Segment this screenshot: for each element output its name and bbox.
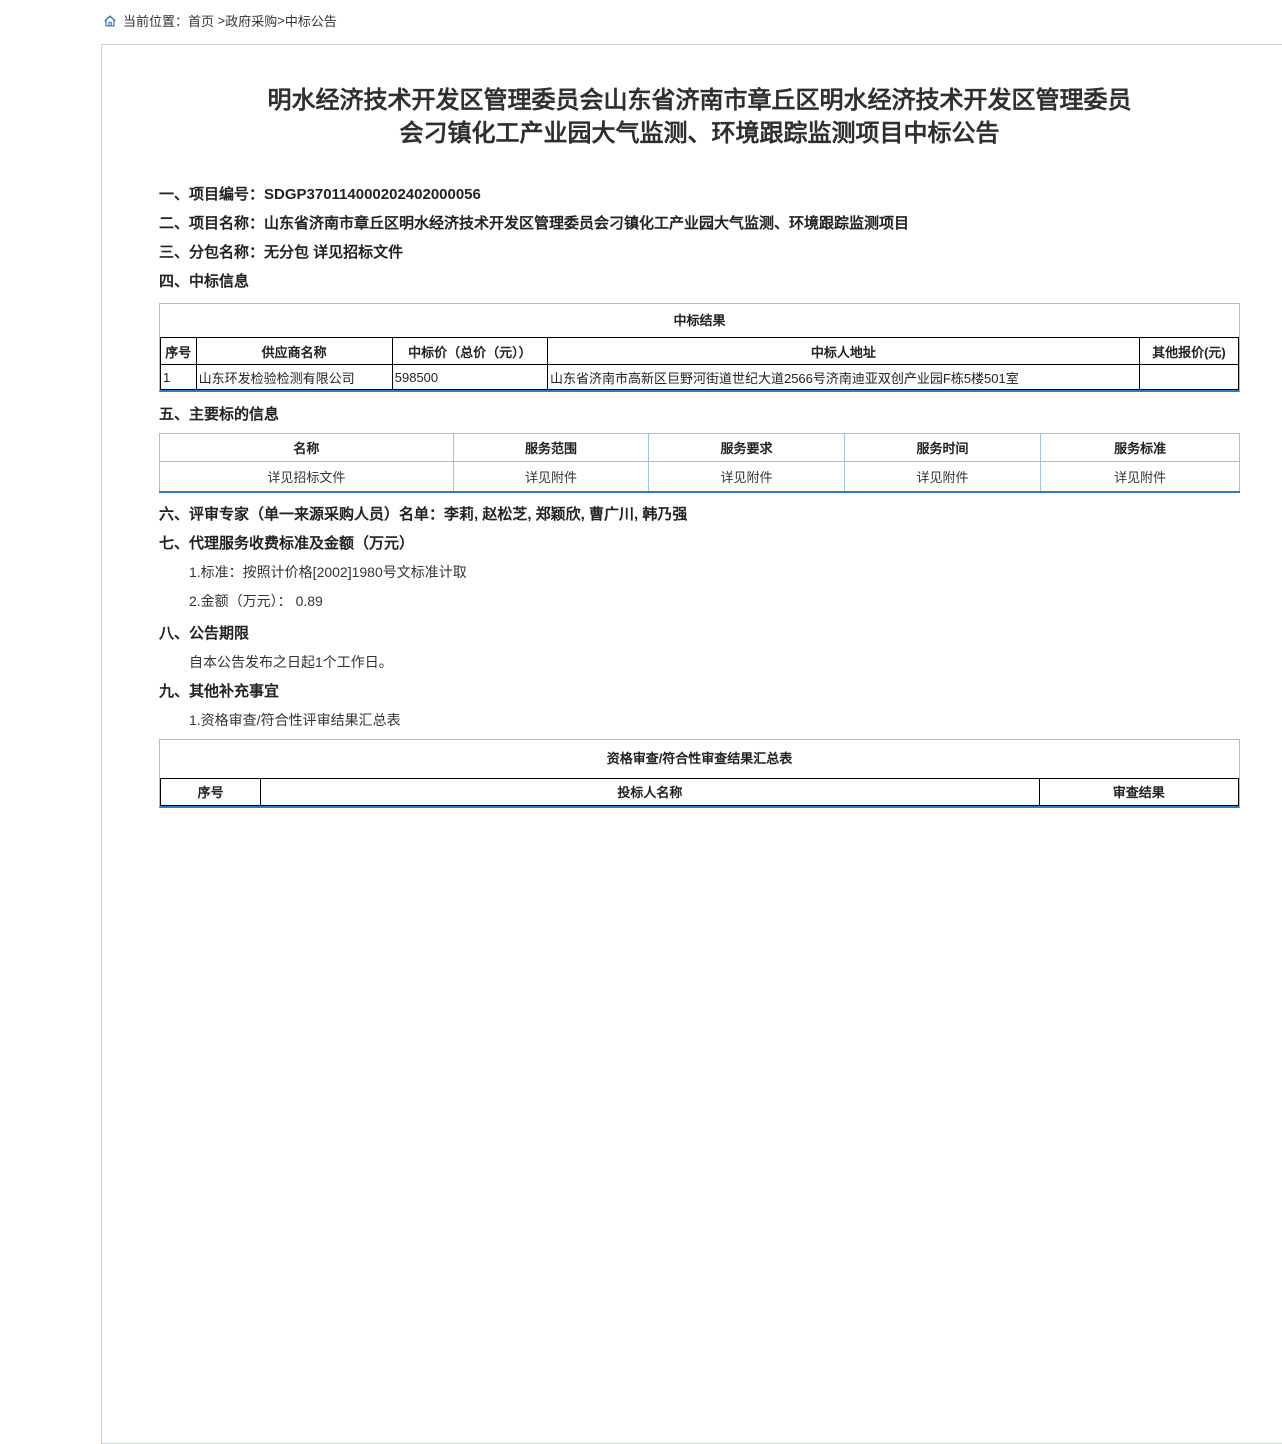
section-project-number: 一、项目编号：SDGP370114000202402000056 (159, 180, 1240, 209)
bid-result-table: 中标结果 序号 供应商名称 中标价（总价（元）） 中标人地址 其他报价(元) 1… (159, 303, 1240, 392)
section-experts: 六、评审专家（单一来源采购人员）名单：李莉, 赵松芝, 郑颖欣, 曹广川, 韩乃… (159, 500, 1240, 529)
col-header-time: 服务时间 (844, 434, 1041, 462)
col-header-seq: 序号 (161, 778, 261, 805)
bid-result-table-caption: 中标结果 (160, 304, 1239, 337)
col-header-other-quote: 其他报价(元) (1139, 338, 1238, 365)
breadcrumb-label: 当前位置： (123, 11, 188, 30)
breadcrumb: 当前位置： 首页 > 政府采购 > 中标公告 (103, 11, 337, 30)
cell-price: 598500 (392, 365, 547, 390)
section-agency-fee-heading: 七、代理服务收费标准及金额（万元） (159, 529, 1240, 558)
other-matters-item: 1.资格审查/符合性评审结果汇总表 (189, 706, 1240, 735)
col-header-name: 名称 (160, 434, 454, 462)
agency-fee-amount: 2.金额（万元）： 0.89 (189, 587, 1240, 616)
announcement-card: 明水经济技术开发区管理委员会山东省济南市章丘区明水经济技术开发区管理委员 会刁镇… (101, 44, 1282, 1444)
breadcrumb-separator: > (218, 13, 226, 28)
section-project-name: 二、项目名称：山东省济南市章丘区明水经济技术开发区管理委员会刁镇化工产业园大气监… (159, 209, 1240, 238)
section-announcement-period-heading: 八、公告期限 (159, 619, 1240, 648)
table-header-row: 序号 供应商名称 中标价（总价（元）） 中标人地址 其他报价(元) (161, 338, 1239, 365)
section-subpackage-name: 三、分包名称：无分包 详见招标文件 (159, 238, 1240, 267)
cell-supplier: 山东环发检验检测有限公司 (196, 365, 392, 390)
qualification-review-table: 资格审查/符合性审查结果汇总表 序号 投标人名称 审查结果 (159, 739, 1240, 808)
cell-scope: 详见附件 (453, 462, 648, 492)
subject-info-table: 名称 服务范围 服务要求 服务时间 服务标准 详见招标文件 详见附件 详见附件 … (159, 433, 1240, 493)
col-header-address: 中标人地址 (547, 338, 1139, 365)
col-header-price: 中标价（总价（元）） (392, 338, 547, 365)
breadcrumb-link-gov-procurement[interactable]: 政府采购 (225, 11, 277, 30)
col-header-requirement: 服务要求 (649, 434, 844, 462)
breadcrumb-link-home[interactable]: 首页 (188, 11, 218, 30)
table-header-row: 序号 投标人名称 审查结果 (161, 778, 1239, 805)
cell-address: 山东省济南市高新区巨野河街道世纪大道2566号济南迪亚双创产业园F栋5楼501室 (547, 365, 1139, 390)
cell-time: 详见附件 (844, 462, 1041, 492)
table-row: 1 山东环发检验检测有限公司 598500 山东省济南市高新区巨野河街道世纪大道… (161, 365, 1239, 390)
col-header-supplier: 供应商名称 (196, 338, 392, 365)
agency-fee-standard: 1.标准：按照计价格[2002]1980号文标准计取 (189, 558, 1240, 587)
cell-seq: 1 (161, 365, 197, 390)
breadcrumb-separator: > (277, 13, 285, 28)
page-title-line2: 会刁镇化工产业园大气监测、环境跟踪监测项目中标公告 (159, 117, 1240, 150)
col-header-scope: 服务范围 (453, 434, 648, 462)
cell-requirement: 详见附件 (649, 462, 844, 492)
col-header-standard: 服务标准 (1041, 434, 1240, 462)
col-header-seq: 序号 (161, 338, 197, 365)
col-header-review-result: 审查结果 (1039, 778, 1238, 805)
breadcrumb-link-bid-announcement[interactable]: 中标公告 (285, 11, 337, 30)
section-other-matters-heading: 九、其他补充事宜 (159, 677, 1240, 706)
cell-standard: 详见附件 (1041, 462, 1240, 492)
section-bid-info-heading: 四、中标信息 (159, 267, 1240, 296)
qualification-review-table-caption: 资格审查/符合性审查结果汇总表 (160, 740, 1239, 778)
page-title-line1: 明水经济技术开发区管理委员会山东省济南市章丘区明水经济技术开发区管理委员 (159, 84, 1240, 117)
cell-name: 详见招标文件 (160, 462, 454, 492)
section-subject-info-heading: 五、主要标的信息 (159, 400, 1240, 429)
col-header-bidder-name: 投标人名称 (261, 778, 1039, 805)
table-header-row: 名称 服务范围 服务要求 服务时间 服务标准 (160, 434, 1240, 462)
table-row: 详见招标文件 详见附件 详见附件 详见附件 详见附件 (160, 462, 1240, 492)
announcement-period-text: 自本公告发布之日起1个工作日。 (189, 648, 1240, 677)
cell-other-quote (1139, 365, 1238, 390)
home-icon (103, 14, 117, 28)
page-title: 明水经济技术开发区管理委员会山东省济南市章丘区明水经济技术开发区管理委员 会刁镇… (159, 84, 1240, 150)
